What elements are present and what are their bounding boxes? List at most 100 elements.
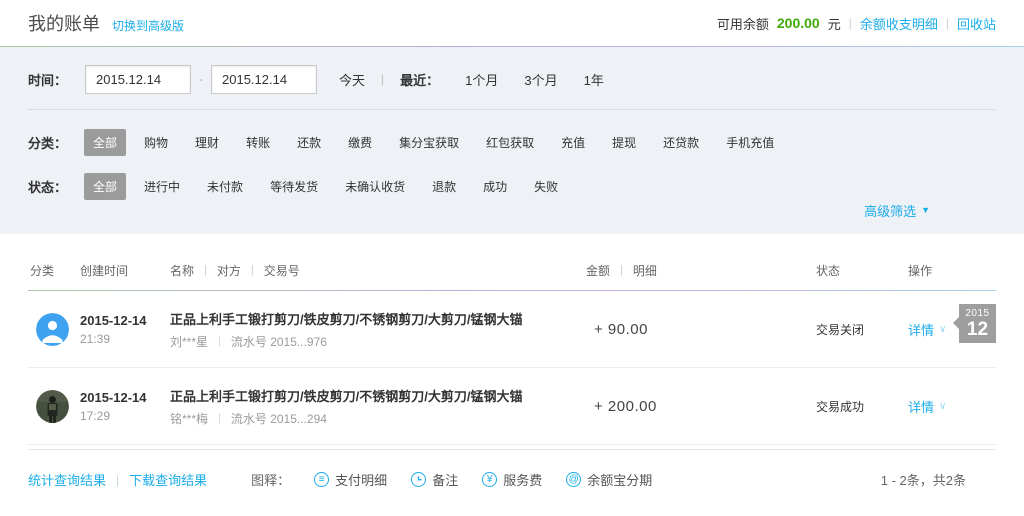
chevron-down-icon: ▼ <box>921 205 930 215</box>
detail-link-label: 详情 <box>908 399 935 415</box>
status-tab-unpaid[interactable]: 未付款 <box>198 173 252 200</box>
table-row: 2015-12-14 17:29 正品上利手工锻打剪刀/铁皮剪刀/不锈钢剪刀/大… <box>28 368 996 445</box>
row-party: 铭***梅 <box>170 411 209 426</box>
legend-item-note: 备注 <box>411 470 458 489</box>
detail-link-label: 详情 <box>908 322 935 338</box>
balance-unit: 元 <box>827 16 841 32</box>
legend-item-yeb-installment: @ 余额宝分期 <box>566 470 652 489</box>
divider-bar: | <box>116 472 120 487</box>
row-amount-cell: + 90.00 <box>558 321 788 338</box>
advanced-filter[interactable]: 高级筛选 ▼ <box>864 201 930 220</box>
month-badge: 2015 12 <box>953 304 996 343</box>
status-tab-success[interactable]: 成功 <box>474 173 516 200</box>
header-right: 可用余额 200.00 元 | 余额收支明细 | 回收站 <box>717 14 996 33</box>
row-amount: + 90.00 <box>594 320 648 338</box>
detail-link[interactable]: 详情 ∨ <box>908 397 996 416</box>
divider-bar: | <box>250 264 254 276</box>
category-tab-topup[interactable]: 充值 <box>552 129 594 156</box>
row-action-cell: 详情 ∨ <box>908 397 996 416</box>
status-tab-refund[interactable]: 退款 <box>423 173 465 200</box>
photo-avatar <box>36 389 69 423</box>
category-tab-withdraw[interactable]: 提现 <box>603 129 645 156</box>
row-name-cell: 正品上利手工锻打剪刀/铁皮剪刀/不锈钢剪刀/大剪刀/锰钢大锚 铭***梅 | 流… <box>170 386 558 427</box>
row-time: 21:39 <box>80 331 111 346</box>
status-tab-unconfirmed-receipt[interactable]: 未确认收货 <box>336 173 414 200</box>
yeb-installment-icon: @ <box>566 472 582 487</box>
status-tab-failed[interactable]: 失败 <box>525 173 567 200</box>
header-created: 创建时间 <box>80 263 129 278</box>
today-filter-link[interactable]: 今天 <box>339 70 365 89</box>
status-text: 交易成功 <box>816 399 865 414</box>
row-category-cell <box>28 312 80 346</box>
page-footer: 统计查询结果 | 下载查询结果 图释： ≡ 支付明细 备注 ¥ 服务费 @ 余额… <box>28 449 996 509</box>
divider-bar: | <box>381 72 385 86</box>
page-header: 我的账单 切换到高级版 可用余额 200.00 元 | 余额收支明细 | 回收站 <box>0 0 1024 46</box>
category-tab-bills[interactable]: 缴费 <box>339 129 381 156</box>
balance-value: 200.00 <box>776 15 820 31</box>
divider-bar: | <box>848 16 852 30</box>
status-tab-awaiting-shipment[interactable]: 等待发货 <box>261 173 327 200</box>
row-date: 2015-12-14 <box>80 389 147 405</box>
header-category: 分类 <box>30 263 55 278</box>
badge-month: 12 <box>966 319 989 340</box>
service-fee-icon: ¥ <box>482 472 498 487</box>
divider-bar: | <box>218 335 221 347</box>
header-amount: 金额 <box>586 263 611 278</box>
page-title: 我的账单 <box>28 14 100 34</box>
header-status: 状态 <box>816 263 841 278</box>
header-left: 我的账单 切换到高级版 <box>28 10 184 36</box>
balance-detail-link[interactable]: 余额收支明细 <box>860 14 938 33</box>
category-tab-all[interactable]: 全部 <box>84 128 127 156</box>
date-to-input[interactable] <box>211 64 318 94</box>
row-status-cell: 交易关闭 <box>788 321 908 338</box>
advanced-filter-link[interactable]: 高级筛选 <box>864 201 916 220</box>
date-from-input[interactable] <box>85 64 192 94</box>
time-filter-label: 时间： <box>28 72 68 88</box>
status-tab-ongoing[interactable]: 进行中 <box>135 173 189 200</box>
category-tab-loan-repay[interactable]: 还贷款 <box>654 129 708 156</box>
header-amount-group: 金额 | 明细 <box>558 262 788 279</box>
payment-detail-icon: ≡ <box>314 472 330 487</box>
chevron-down-icon: ∨ <box>939 323 947 335</box>
row-serial: 流水号 2015...976 <box>230 334 327 349</box>
recycle-bin-link[interactable]: 回收站 <box>957 14 996 33</box>
table-row: 2015-12-14 21:39 正品上利手工锻打剪刀/铁皮剪刀/不锈钢剪刀/大… <box>28 291 996 368</box>
category-tab-shopping[interactable]: 购物 <box>135 129 177 156</box>
row-subtitle: 铭***梅 | 流水号 2015...294 <box>170 410 558 427</box>
legend-item-label: 余额宝分期 <box>587 473 653 488</box>
divider-bar: | <box>945 16 949 30</box>
date-range-dash: - <box>199 72 204 86</box>
status-tab-all[interactable]: 全部 <box>84 172 127 200</box>
row-title: 正品上利手工锻打剪刀/铁皮剪刀/不锈钢剪刀/大剪刀/锰钢大锚 <box>170 388 523 404</box>
pagination-info: 1 - 2条，共2条 <box>880 473 966 488</box>
category-tab-wealth[interactable]: 理财 <box>186 129 228 156</box>
recent-1year-link[interactable]: 1年 <box>584 70 604 89</box>
download-result-link[interactable]: 下载查询结果 <box>129 470 207 489</box>
status-text: 交易关闭 <box>816 322 865 337</box>
recent-3months-link[interactable]: 3个月 <box>524 70 557 89</box>
legend-item-label: 支付明细 <box>335 473 388 488</box>
person-avatar-icon <box>36 312 69 346</box>
category-tab-jifenbao[interactable]: 集分宝获取 <box>390 129 468 156</box>
time-filter-row: 时间： - 今天 | 最近： 1个月 3个月 1年 <box>28 55 996 103</box>
header-action: 操作 <box>908 263 933 278</box>
switch-advanced-link[interactable]: 切换到高级版 <box>112 17 184 34</box>
row-category-cell <box>28 389 80 423</box>
table-header-row: 分类 创建时间 名称 | 对方 | 交易号 金额 | 明细 状态 操作 <box>28 250 996 290</box>
category-filter-row: 分类： 全部 购物 理财 转账 还款 缴费 集分宝获取 红包获取 充值 提现 还… <box>28 120 996 164</box>
legend-item-label: 服务费 <box>503 473 543 488</box>
chevron-down-icon: ∨ <box>939 400 947 412</box>
row-created-cell: 2015-12-14 21:39 <box>80 313 170 346</box>
category-tab-redpacket[interactable]: 红包获取 <box>477 129 543 156</box>
status-filter-label: 状态： <box>28 179 68 195</box>
row-time: 17:29 <box>80 408 111 423</box>
row-party: 刘***星 <box>170 334 209 349</box>
row-subtitle: 刘***星 | 流水号 2015...976 <box>170 333 558 350</box>
row-date: 2015-12-14 <box>80 312 147 328</box>
category-tab-transfer[interactable]: 转账 <box>237 129 279 156</box>
recent-1month-link[interactable]: 1个月 <box>465 70 498 89</box>
recent-label: 最近： <box>400 72 440 88</box>
category-tab-repay[interactable]: 还款 <box>288 129 330 156</box>
stats-result-link[interactable]: 统计查询结果 <box>28 470 106 489</box>
category-tab-mobile-topup[interactable]: 手机充值 <box>717 129 783 156</box>
